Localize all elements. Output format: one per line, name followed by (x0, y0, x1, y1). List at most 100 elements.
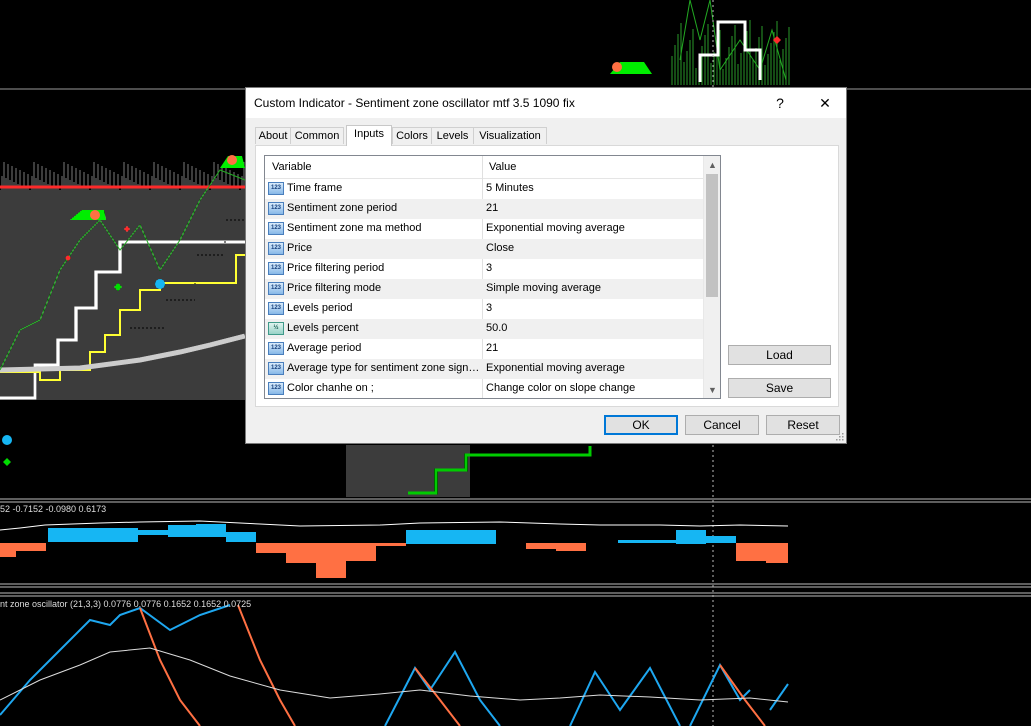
histogram-bar (316, 543, 346, 578)
input-variable: Average period (287, 342, 362, 354)
oscillator-orange-line-2 (237, 604, 296, 726)
save-button[interactable]: Save (728, 378, 831, 398)
scroll-down-icon[interactable]: ▼ (704, 381, 720, 398)
grid-header: Variable Value (265, 156, 703, 179)
custom-indicator-dialog: Custom Indicator - Sentiment zone oscill… (245, 87, 847, 444)
scroll-up-icon[interactable]: ▲ (704, 156, 720, 173)
integer-type-icon: 123 (268, 202, 284, 215)
oscillator-blue-line-5 (769, 683, 789, 711)
oscillator-blue-line-3 (569, 666, 681, 726)
histogram-bar (256, 543, 286, 553)
input-variable: Sentiment zone ma method (287, 222, 422, 234)
oscillator-signal-line (0, 647, 789, 703)
input-value[interactable]: 5 Minutes (486, 182, 701, 194)
input-row[interactable]: 123 Price filtering mode Simple moving ave… (265, 279, 703, 299)
input-row[interactable]: 123 Sentiment zone ma method Exponential m… (265, 219, 703, 239)
input-row[interactable]: 123 Color chanhe on ; Change color on slop… (265, 379, 703, 398)
input-value[interactable]: 50.0 (486, 322, 701, 334)
histogram-bar (286, 543, 316, 563)
input-variable: Levels percent (287, 322, 359, 334)
tab-visualization[interactable]: Visualization (473, 127, 547, 144)
input-variable: Color chanhe on ; (287, 382, 374, 394)
tab-inputs[interactable]: Inputs (346, 125, 392, 146)
input-variable: Time frame (287, 182, 343, 194)
help-button[interactable]: ? (758, 88, 802, 118)
ok-button[interactable]: OK (604, 415, 678, 435)
integer-type-icon: 123 (268, 302, 284, 315)
input-value[interactable]: Change color on slope change (486, 382, 701, 394)
tab-about[interactable]: About (255, 127, 291, 144)
subwindow-1-values: 52 -0.7152 -0.0980 0.6173 (0, 504, 107, 514)
load-button[interactable]: Load (728, 345, 831, 365)
inputs-panel: Variable Value 123 Time frame 5 Minutes 123… (255, 145, 839, 407)
histogram-bar (766, 543, 788, 563)
input-row[interactable]: 123 Sentiment zone period 21 (265, 199, 703, 219)
histogram-bar (406, 530, 496, 544)
histogram-bar (618, 540, 676, 543)
input-row[interactable]: 123 Levels period 3 (265, 299, 703, 319)
input-value[interactable]: Exponential moving average (486, 222, 701, 234)
oscillator-orange-line-3 (414, 667, 461, 726)
subwindow-1 (0, 498, 1031, 588)
dialog-titlebar[interactable]: Custom Indicator - Sentiment zone oscill… (246, 88, 846, 118)
input-value[interactable]: 3 (486, 302, 701, 314)
input-row[interactable]: 123 Time frame 5 Minutes (265, 179, 703, 199)
histogram-bar (138, 530, 168, 535)
input-row[interactable]: 123 Price Close (265, 239, 703, 259)
histogram-bar (556, 543, 586, 551)
tab-common[interactable]: Common (290, 127, 344, 144)
scroll-thumb[interactable] (706, 174, 718, 297)
histogram-bar (48, 528, 138, 542)
dialog-title: Custom Indicator - Sentiment zone oscill… (254, 96, 575, 110)
histogram-bar (376, 543, 406, 546)
resize-grip-icon[interactable] (836, 433, 844, 441)
input-row[interactable]: ½ Levels percent 50.0 (265, 319, 703, 339)
integer-type-icon: 123 (268, 382, 284, 395)
white-step-line-top (698, 20, 762, 82)
oscillator-orange-line-4 (719, 664, 766, 726)
red-diamond-marker (124, 226, 130, 232)
input-variable: Price (287, 242, 313, 254)
histogram-bar (196, 524, 226, 537)
column-variable[interactable]: Variable (272, 161, 312, 173)
reset-button[interactable]: Reset (766, 415, 840, 435)
input-value[interactable]: Simple moving average (486, 282, 701, 294)
tab-levels[interactable]: Levels (431, 127, 474, 144)
histogram-bars (0, 524, 788, 578)
histogram-bar (0, 543, 16, 557)
input-value[interactable]: 3 (486, 262, 701, 274)
green-diamond-marker (3, 458, 11, 466)
sell-marker-3 (612, 62, 622, 72)
input-value[interactable]: Close (486, 242, 701, 254)
double-type-icon: ½ (268, 322, 284, 335)
grid-scrollbar[interactable]: ▲ ▼ (703, 156, 720, 398)
histogram-bar (16, 543, 46, 551)
histogram-bar (676, 530, 706, 544)
input-value[interactable]: 21 (486, 342, 701, 354)
histogram-bar (706, 536, 736, 543)
integer-type-icon: 123 (268, 222, 284, 235)
histogram-bar (226, 532, 256, 542)
histogram-bar (736, 543, 766, 561)
blue-dot-marker (2, 435, 12, 445)
histogram-bar (168, 525, 196, 537)
tab-colors[interactable]: Colors (392, 127, 432, 144)
cancel-button[interactable]: Cancel (685, 415, 759, 435)
input-value[interactable]: Exponential moving average (486, 362, 701, 374)
oscillator-orange-line (139, 607, 201, 726)
green-diamond-marker-2 (114, 283, 122, 291)
input-variable: Levels period (287, 302, 353, 314)
input-row[interactable]: 123 Average period 21 (265, 339, 703, 359)
inputs-grid[interactable]: Variable Value 123 Time frame 5 Minutes 123… (264, 155, 721, 399)
close-button[interactable]: ✕ (803, 88, 847, 118)
integer-type-icon: 123 (268, 342, 284, 355)
input-row[interactable]: 123 Average type for sentiment zone signa… (265, 359, 703, 379)
histogram-bar (526, 543, 556, 549)
oscillator-blue-line (0, 604, 231, 716)
input-value[interactable]: 21 (486, 202, 701, 214)
input-variable: Price filtering period (287, 262, 385, 274)
buy-arrow-marker (70, 210, 106, 220)
subwindow-2-values: nt zone oscillator (21,3,3) 0.0776 0.077… (0, 599, 252, 609)
column-value[interactable]: Value (489, 161, 516, 173)
input-row[interactable]: 123 Price filtering period 3 (265, 259, 703, 279)
